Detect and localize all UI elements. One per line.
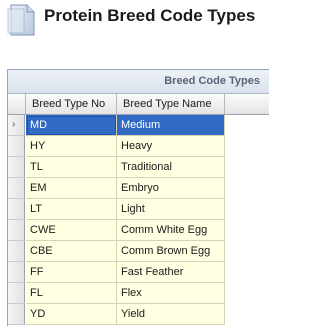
row-indicator[interactable]: [8, 241, 25, 262]
table-row[interactable]: HY Heavy: [8, 136, 269, 157]
column-header-breed-type-no[interactable]: Breed Type No: [26, 94, 117, 114]
row-indicator[interactable]: [8, 178, 25, 199]
row-indicator-header: [8, 94, 26, 114]
breed-code-types-grid[interactable]: Breed Code Types Breed Type No Breed Typ…: [7, 69, 269, 326]
cell-breed-type-no[interactable]: EM: [26, 178, 117, 199]
cell-breed-type-no[interactable]: CBE: [26, 241, 117, 262]
column-header-breed-type-name[interactable]: Breed Type Name: [117, 94, 225, 114]
cell-breed-type-no[interactable]: FF: [26, 262, 117, 283]
table-row[interactable]: LT Light: [8, 199, 269, 220]
page-title: Protein Breed Code Types: [44, 6, 256, 25]
cell-breed-type-no[interactable]: CWE: [26, 220, 117, 241]
cell-breed-type-name[interactable]: Comm Brown Egg: [117, 241, 225, 262]
row-indicator[interactable]: ›: [8, 115, 25, 136]
grid-header-row: Breed Type No Breed Type Name: [8, 94, 269, 115]
cell-breed-type-no[interactable]: HY: [26, 136, 117, 157]
cell-breed-type-no[interactable]: YD: [26, 304, 117, 325]
grid-caption-text: Breed Code Types: [164, 75, 260, 87]
table-row[interactable]: FL Flex: [8, 283, 269, 304]
cell-breed-type-name[interactable]: Light: [117, 199, 225, 220]
table-row[interactable]: TL Traditional: [8, 157, 269, 178]
cell-breed-type-no[interactable]: LT: [26, 199, 117, 220]
row-indicator[interactable]: [8, 283, 25, 304]
cell-breed-type-name[interactable]: Flex: [117, 283, 225, 304]
table-row[interactable]: › MD Medium: [8, 115, 269, 136]
cell-breed-type-name[interactable]: Yield: [117, 304, 225, 325]
table-row[interactable]: CWE Comm White Egg: [8, 220, 269, 241]
grid-caption: Breed Code Types: [8, 70, 269, 94]
row-indicator[interactable]: [8, 262, 25, 283]
cell-breed-type-name[interactable]: Heavy: [117, 136, 225, 157]
cell-breed-type-no[interactable]: TL: [26, 157, 117, 178]
cell-breed-type-name[interactable]: Medium: [117, 115, 225, 136]
row-indicator[interactable]: [8, 157, 25, 178]
table-row[interactable]: CBE Comm Brown Egg: [8, 241, 269, 262]
cell-breed-type-no[interactable]: FL: [26, 283, 117, 304]
document-icon: [7, 4, 35, 36]
row-indicator[interactable]: [8, 220, 25, 241]
cell-breed-type-no[interactable]: MD: [26, 115, 117, 136]
row-indicator[interactable]: [8, 199, 25, 220]
cell-breed-type-name[interactable]: Embryo: [117, 178, 225, 199]
cell-breed-type-name[interactable]: Traditional: [117, 157, 225, 178]
table-row[interactable]: EM Embryo: [8, 178, 269, 199]
page-header: Protein Breed Code Types: [0, 0, 269, 40]
current-row-arrow-icon: ›: [12, 119, 16, 130]
table-row[interactable]: FF Fast Feather: [8, 262, 269, 283]
table-row[interactable]: YD Yield: [8, 304, 269, 325]
cell-breed-type-name[interactable]: Fast Feather: [117, 262, 225, 283]
row-indicator[interactable]: [8, 304, 25, 325]
cell-breed-type-name[interactable]: Comm White Egg: [117, 220, 225, 241]
row-indicator[interactable]: [8, 136, 25, 157]
